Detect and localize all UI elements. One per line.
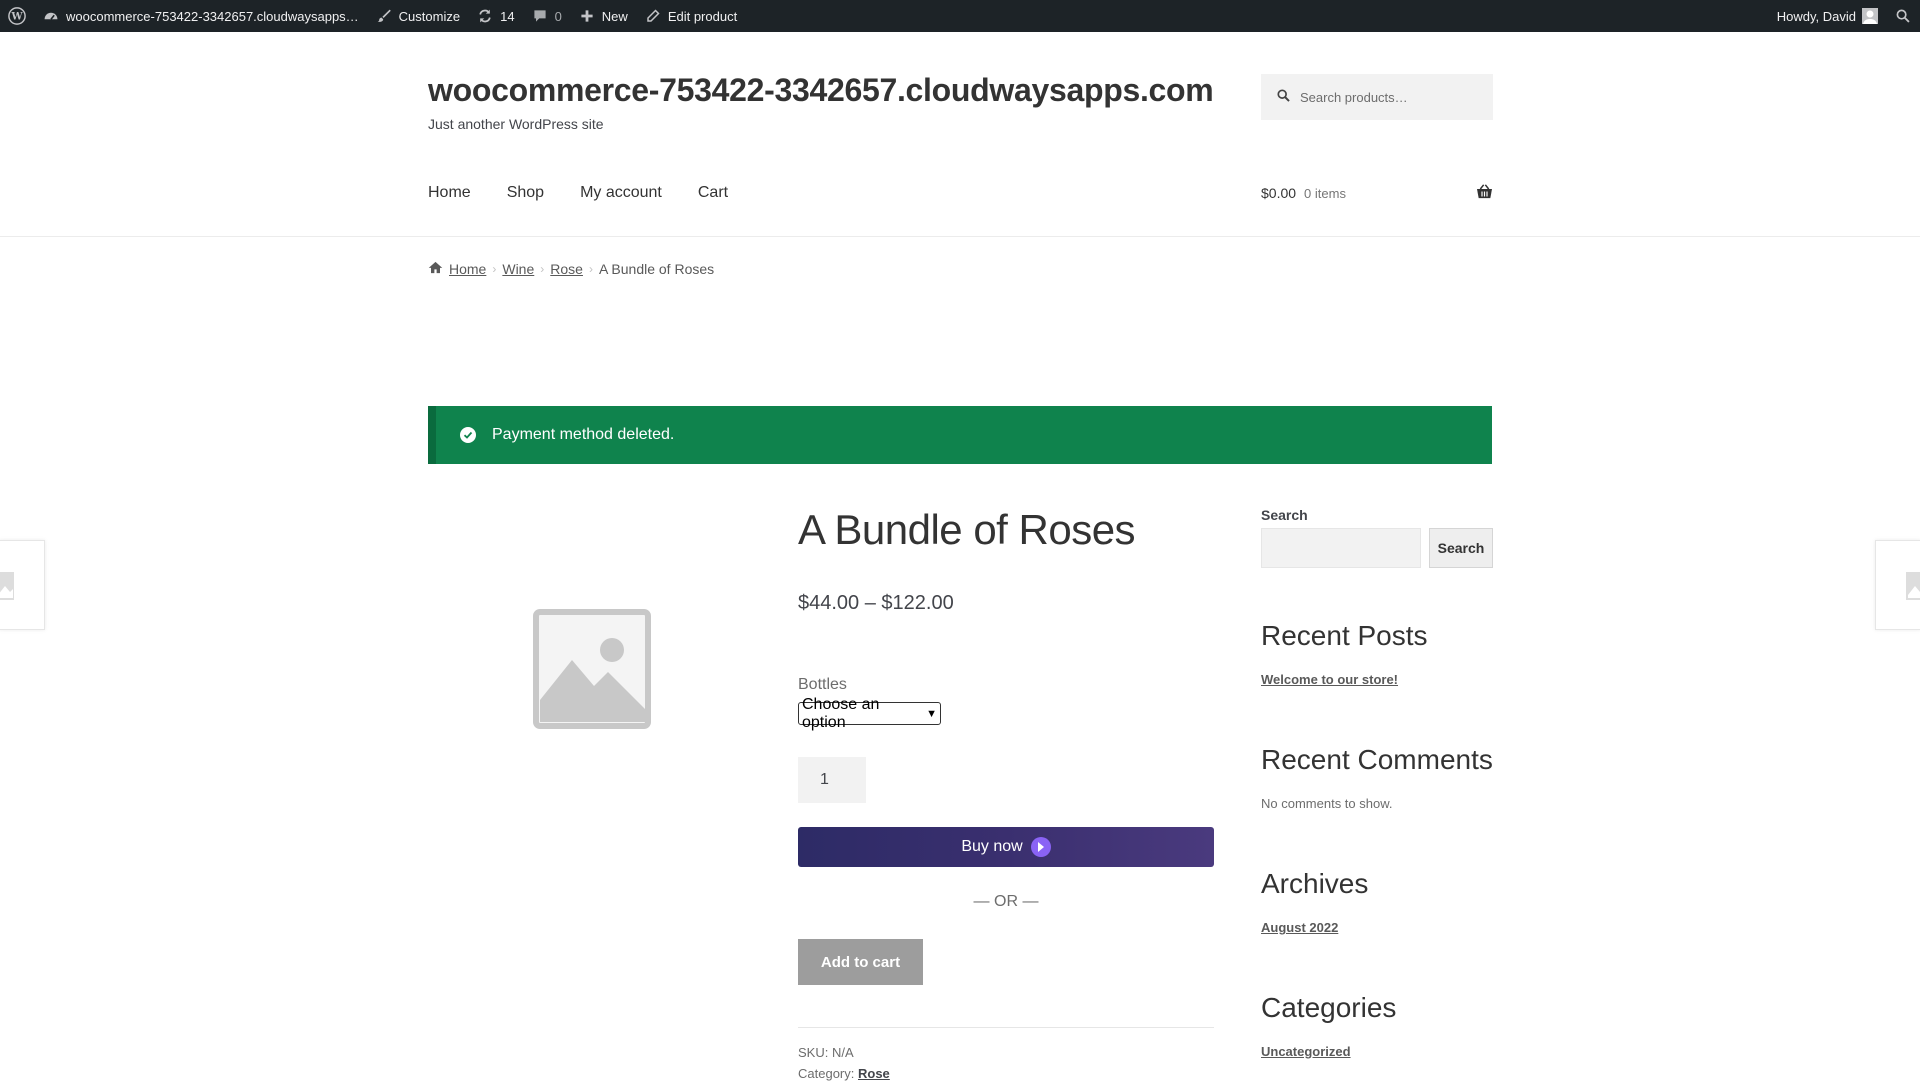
quantity-value: 1 bbox=[820, 771, 829, 788]
breadcrumb-home[interactable]: Home bbox=[449, 261, 486, 277]
nav-item-my-account[interactable]: My account bbox=[580, 184, 662, 202]
admin-search-button[interactable] bbox=[1886, 0, 1920, 32]
wordpress-icon: W bbox=[8, 7, 26, 25]
image-placeholder-icon bbox=[0, 571, 16, 606]
customize-label: Customize bbox=[398, 8, 461, 24]
plus-icon bbox=[578, 7, 596, 25]
svg-text:W: W bbox=[10, 12, 23, 23]
comments-count: 0 bbox=[554, 8, 562, 24]
select-value: Choose an option bbox=[802, 695, 880, 731]
updates-icon bbox=[476, 7, 494, 25]
updates-count: 14 bbox=[500, 8, 515, 24]
search-placeholder: Search products… bbox=[1300, 89, 1408, 105]
dashboard-icon bbox=[42, 7, 60, 25]
recent-posts-heading: Recent Posts bbox=[1261, 620, 1428, 651]
site-name-menu[interactable]: woocommerce-753422-3342657.cloudwaysapps… bbox=[34, 0, 367, 32]
edit-product-link[interactable]: Edit product bbox=[636, 0, 745, 32]
recent-post-link[interactable]: Welcome to our store! bbox=[1261, 672, 1398, 687]
new-label: New bbox=[601, 8, 628, 24]
breadcrumb: Home › Wine › Rose › A Bundle of Roses bbox=[428, 261, 714, 277]
check-circle-icon bbox=[460, 427, 476, 443]
new-content-menu[interactable]: New bbox=[570, 0, 636, 32]
category-link[interactable]: Rose bbox=[858, 1066, 890, 1081]
primary-navigation: Home Shop My account Cart bbox=[428, 184, 764, 202]
cart-item-count: 0 items bbox=[1304, 185, 1346, 201]
no-comments-text: No comments to show. bbox=[1261, 796, 1393, 811]
wordpress-logo-menu[interactable]: W bbox=[0, 0, 34, 32]
buy-now-label: Buy now bbox=[961, 838, 1023, 855]
product-search-input[interactable]: Search products… bbox=[1261, 74, 1493, 120]
sku-label: SKU: bbox=[798, 1045, 829, 1060]
site-title[interactable]: woocommerce-753422-3342657.cloudwaysapps… bbox=[428, 72, 1214, 109]
arrow-right-icon bbox=[1030, 837, 1051, 857]
bottles-select[interactable]: Choose an option ▼ bbox=[798, 696, 941, 731]
add-to-cart-button[interactable]: Add to cart bbox=[798, 939, 923, 985]
sku-value: N/A bbox=[831, 1045, 854, 1060]
pencil-icon bbox=[644, 7, 662, 25]
search-icon bbox=[1894, 7, 1912, 25]
archives-heading: Archives bbox=[1261, 868, 1369, 899]
nav-item-home[interactable]: Home bbox=[428, 184, 471, 202]
basket-icon bbox=[1476, 184, 1493, 202]
edit-product-label: Edit product bbox=[667, 8, 738, 24]
next-product-tab[interactable] bbox=[1875, 540, 1920, 630]
breadcrumb-rose[interactable]: Rose bbox=[550, 261, 583, 277]
image-placeholder-icon bbox=[1904, 571, 1920, 606]
chevron-right-icon: › bbox=[540, 262, 545, 276]
category-widget-link[interactable]: Uncategorized bbox=[1261, 1044, 1351, 1059]
avatar bbox=[1862, 8, 1878, 24]
comments-link[interactable]: 0 bbox=[523, 0, 570, 32]
quantity-input[interactable]: 1 bbox=[798, 757, 866, 803]
brush-icon bbox=[375, 7, 393, 25]
chevron-down-icon: ▼ bbox=[926, 707, 937, 720]
product-price: $44.00 – $122.00 bbox=[798, 592, 954, 614]
howdy-label: Howdy, David bbox=[1776, 8, 1856, 24]
comment-icon bbox=[531, 7, 549, 25]
image-placeholder-icon bbox=[532, 609, 652, 734]
notice-text: Payment method deleted. bbox=[492, 426, 675, 443]
my-account-menu[interactable]: Howdy, David bbox=[1769, 0, 1886, 32]
sidebar-search-button[interactable]: Search bbox=[1429, 528, 1493, 568]
success-notice: Payment method deleted. bbox=[428, 406, 1492, 464]
search-widget-label: Search bbox=[1261, 507, 1308, 523]
buy-now-button[interactable]: Buy now bbox=[798, 827, 1214, 867]
categories-heading: Categories bbox=[1261, 992, 1397, 1023]
breadcrumb-wine[interactable]: Wine bbox=[502, 261, 534, 277]
product-image-placeholder[interactable] bbox=[532, 608, 652, 730]
header-divider bbox=[0, 236, 1920, 237]
product-title: A Bundle of Roses bbox=[798, 506, 1136, 553]
cart-total: $0.00 bbox=[1261, 185, 1297, 201]
nav-item-cart[interactable]: Cart bbox=[698, 184, 728, 202]
chevron-right-icon: › bbox=[588, 262, 593, 276]
updates-link[interactable]: 14 bbox=[468, 0, 522, 32]
meta-divider bbox=[798, 1027, 1214, 1028]
site-name-label: woocommerce-753422-3342657.cloudwaysapps… bbox=[66, 8, 359, 24]
category-line: Category: Rose bbox=[798, 1066, 890, 1081]
nav-item-shop[interactable]: Shop bbox=[507, 184, 544, 202]
breadcrumb-current: A Bundle of Roses bbox=[598, 261, 715, 277]
archive-link[interactable]: August 2022 bbox=[1261, 920, 1338, 935]
customize-link[interactable]: Customize bbox=[367, 0, 468, 32]
search-icon bbox=[1277, 89, 1290, 105]
header-cart[interactable]: $0.00 0 items bbox=[1261, 184, 1493, 202]
category-label: Category: bbox=[798, 1066, 855, 1081]
home-icon bbox=[428, 261, 443, 277]
site-tagline: Just another WordPress site bbox=[428, 116, 604, 132]
sku-line: SKU: N/A bbox=[798, 1045, 854, 1060]
or-divider: — OR — bbox=[973, 893, 1039, 910]
admin-bar: W woocommerce-753422-3342657.cloudwaysap… bbox=[0, 0, 1920, 32]
chevron-right-icon: › bbox=[492, 262, 497, 276]
variation-label: Bottles bbox=[798, 676, 847, 693]
previous-product-tab[interactable] bbox=[0, 540, 45, 630]
recent-comments-heading: Recent Comments bbox=[1261, 744, 1493, 775]
sidebar-search-input[interactable] bbox=[1261, 528, 1421, 568]
